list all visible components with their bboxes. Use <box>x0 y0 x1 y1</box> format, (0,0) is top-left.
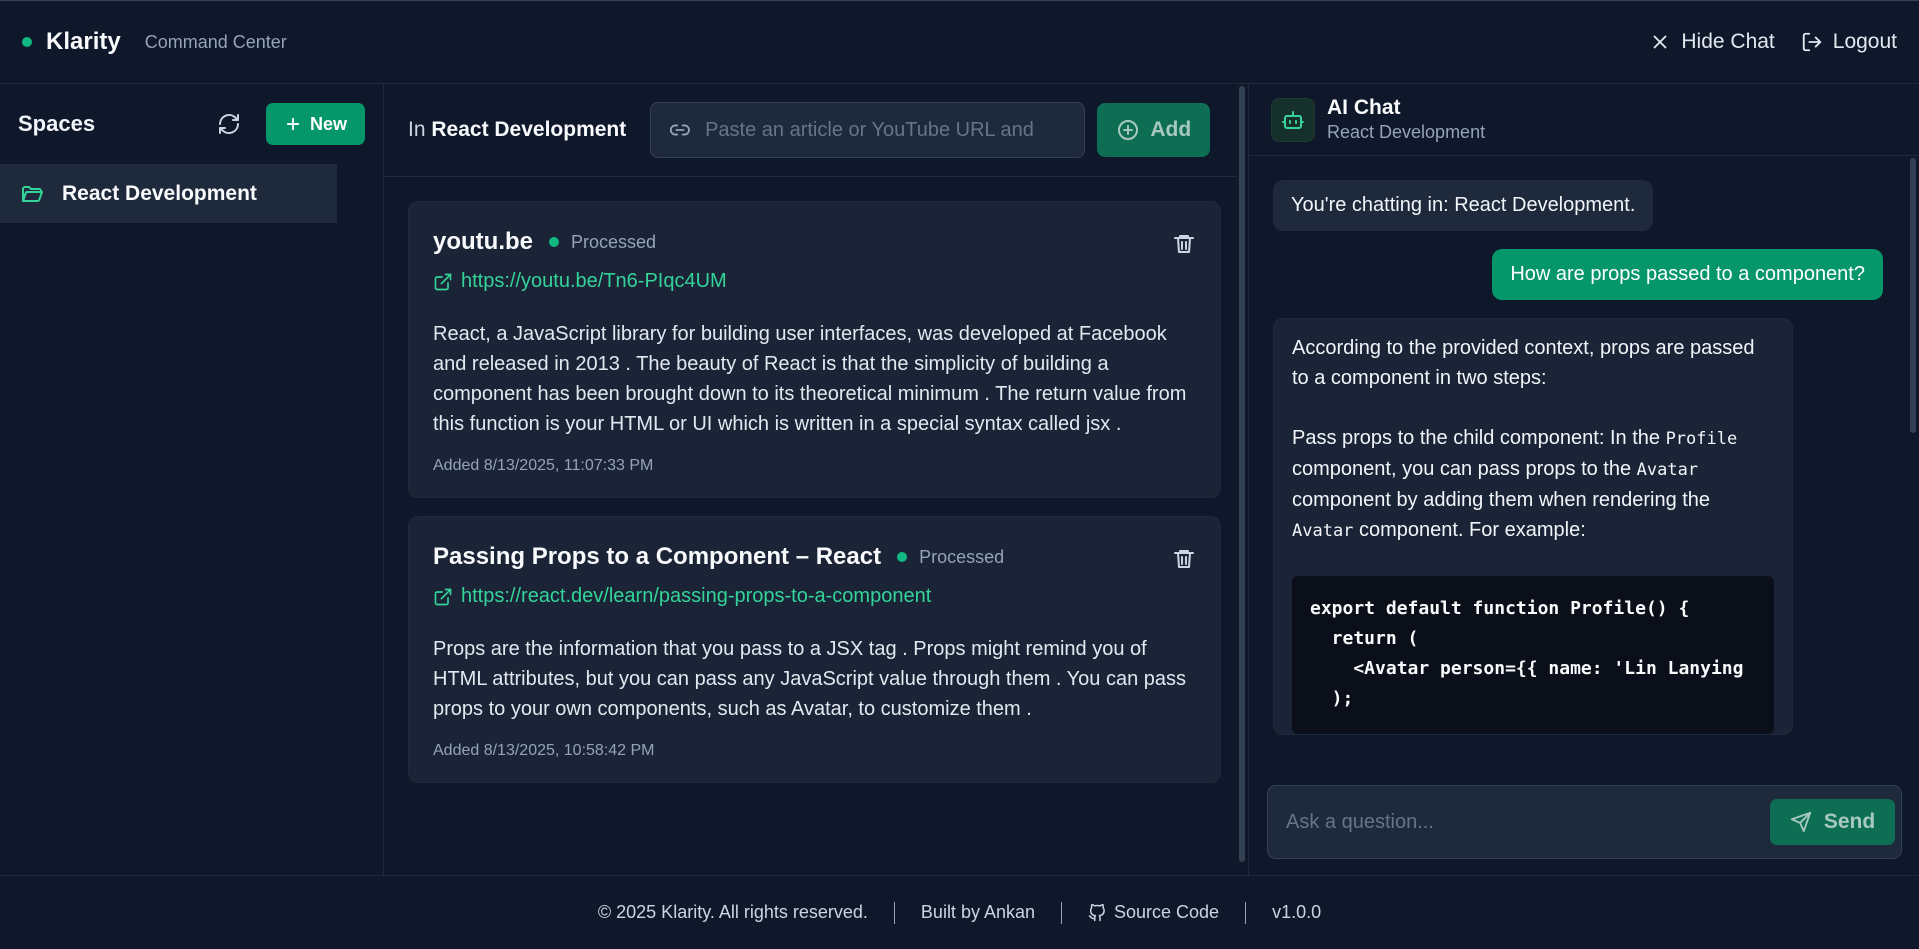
divider <box>893 901 895 924</box>
assistant-text: component by adding them when rendering … <box>1292 489 1711 511</box>
send-label: Send <box>1823 810 1876 833</box>
logout-icon <box>1802 32 1821 52</box>
source-code-label: Source Code <box>1114 902 1220 922</box>
folder-open-icon <box>22 185 43 202</box>
refresh-button[interactable] <box>214 109 244 139</box>
source-url: https://youtu.be/Tn6-PIqc4UM <box>461 270 727 292</box>
sidebar-item-react-development[interactable]: React Development <box>0 164 337 223</box>
in-prefix: In <box>408 118 426 141</box>
github-icon <box>1088 903 1105 921</box>
new-space-button[interactable]: New <box>266 103 365 145</box>
chat-scrollbar[interactable] <box>1909 156 1917 767</box>
chat-input-box[interactable]: Send <box>1267 785 1902 859</box>
code-line: export default function Profile() { <box>1310 598 1690 619</box>
inline-code: Avatar <box>1636 460 1699 480</box>
send-icon <box>1790 811 1811 833</box>
external-link-icon <box>434 273 452 290</box>
delete-source-button[interactable] <box>1172 232 1196 261</box>
scrollbar-thumb[interactable] <box>1910 158 1916 433</box>
source-title: Passing Props to a Component – React <box>433 543 882 570</box>
chat-messages: You're chatting in: React Development. H… <box>1249 156 1919 767</box>
add-source-label: Add <box>1150 118 1192 141</box>
add-source-button[interactable]: Add <box>1097 103 1211 157</box>
chat-input[interactable] <box>1286 810 1770 834</box>
source-link[interactable]: https://react.dev/learn/passing-props-to… <box>433 585 1196 608</box>
current-space-label: In React Development <box>408 118 626 142</box>
source-summary: React, a JavaScript library for building… <box>433 323 1187 435</box>
source-code-link[interactable]: Source Code <box>1088 902 1219 923</box>
content-panel: In React Development Add youtu.be Proces… <box>384 84 1246 875</box>
sidebar-header: Spaces New <box>0 84 383 164</box>
source-summary: Props are the information that you pass … <box>433 638 1187 720</box>
assistant-text: component, you can pass props to the <box>1292 458 1632 480</box>
chat-title: AI Chat <box>1327 96 1401 119</box>
source-url: https://react.dev/learn/passing-props-to… <box>461 585 932 607</box>
url-input-field[interactable] <box>650 102 1086 158</box>
assistant-text: Pass props to the child component: In th… <box>1292 427 1660 449</box>
user-message: How are props passed to a component? <box>1492 249 1883 300</box>
inline-code: Avatar <box>1292 521 1354 541</box>
source-link[interactable]: https://youtu.be/Tn6-PIqc4UM <box>433 270 1196 293</box>
close-icon <box>1653 35 1667 49</box>
code-block: export default function Profile() { retu… <box>1292 576 1774 734</box>
source-card: youtu.be Processed https://youtu.be/Tn6-… <box>408 201 1221 498</box>
version: v1.0.0 <box>1272 902 1322 922</box>
copyright: © 2025 Klarity. All rights reserved. <box>597 902 868 922</box>
top-bar: Klarity Command Center Hide Chat Logout <box>0 0 1919 84</box>
current-space-name: React Development <box>431 118 627 141</box>
scrollbar-thumb[interactable] <box>1239 86 1245 862</box>
divider <box>1061 901 1062 924</box>
system-message: You're chatting in: React Development. <box>1273 180 1654 231</box>
divider <box>1245 901 1247 924</box>
assistant-step: Pass props to the child component: In th… <box>1292 423 1774 546</box>
logout-button[interactable]: Logout <box>1801 30 1897 54</box>
built-by: Built by Ankan <box>920 902 1035 922</box>
status-badge: Processed <box>571 231 657 252</box>
spaces-sidebar: Spaces New React Development <box>0 84 384 875</box>
hide-chat-label: Hide Chat <box>1681 30 1775 53</box>
assistant-intro: According to the provided context, props… <box>1292 337 1755 389</box>
status-badge: Processed <box>919 546 1005 567</box>
brand-status-dot <box>22 37 32 47</box>
new-space-label: New <box>309 113 347 134</box>
refresh-icon <box>219 114 239 134</box>
content-scrollbar[interactable] <box>1237 84 1247 864</box>
source-card: Passing Props to a Component – React Pro… <box>408 516 1221 783</box>
chat-space-name: React Development <box>1327 122 1486 142</box>
source-title: youtu.be <box>433 228 533 255</box>
source-list: youtu.be Processed https://youtu.be/Tn6-… <box>384 177 1246 783</box>
bot-avatar <box>1271 97 1315 142</box>
plus-icon <box>286 117 300 131</box>
inline-code: Profile <box>1665 429 1738 449</box>
link-icon <box>670 124 691 136</box>
source-added-date: Added 8/13/2025, 11:07:33 PM <box>433 457 654 474</box>
plus-circle-icon <box>1118 120 1139 140</box>
content-header: In React Development Add <box>384 84 1246 177</box>
external-link-icon <box>434 588 452 605</box>
delete-source-button[interactable] <box>1172 547 1196 576</box>
send-button[interactable]: Send <box>1770 799 1895 845</box>
trash-icon <box>1174 550 1194 568</box>
code-line: ); <box>1310 688 1354 709</box>
code-line: <Avatar person={{ name: 'Lin Lanying <box>1310 658 1744 679</box>
code-line: return ( <box>1310 628 1419 649</box>
trash-icon <box>1174 235 1194 253</box>
footer: © 2025 Klarity. All rights reserved. Bui… <box>0 875 1919 949</box>
app-subtitle: Command Center <box>144 31 287 52</box>
sidebar-title: Spaces <box>18 111 96 136</box>
chat-header: AI Chat React Development <box>1249 84 1919 156</box>
chat-panel: AI Chat React Development You're chattin… <box>1248 84 1919 875</box>
brand-name: Klarity <box>46 28 121 55</box>
logout-label: Logout <box>1832 30 1897 53</box>
status-dot <box>897 552 908 562</box>
assistant-message: According to the provided context, props… <box>1273 318 1793 735</box>
source-added-date: Added 8/13/2025, 10:58:42 PM <box>433 742 655 759</box>
assistant-text: component. For example: <box>1358 519 1586 541</box>
hide-chat-button[interactable]: Hide Chat <box>1649 30 1775 54</box>
sidebar-item-label: React Development <box>62 181 257 205</box>
url-input[interactable] <box>705 118 1067 142</box>
bot-icon <box>1282 110 1304 129</box>
status-dot <box>549 237 559 247</box>
